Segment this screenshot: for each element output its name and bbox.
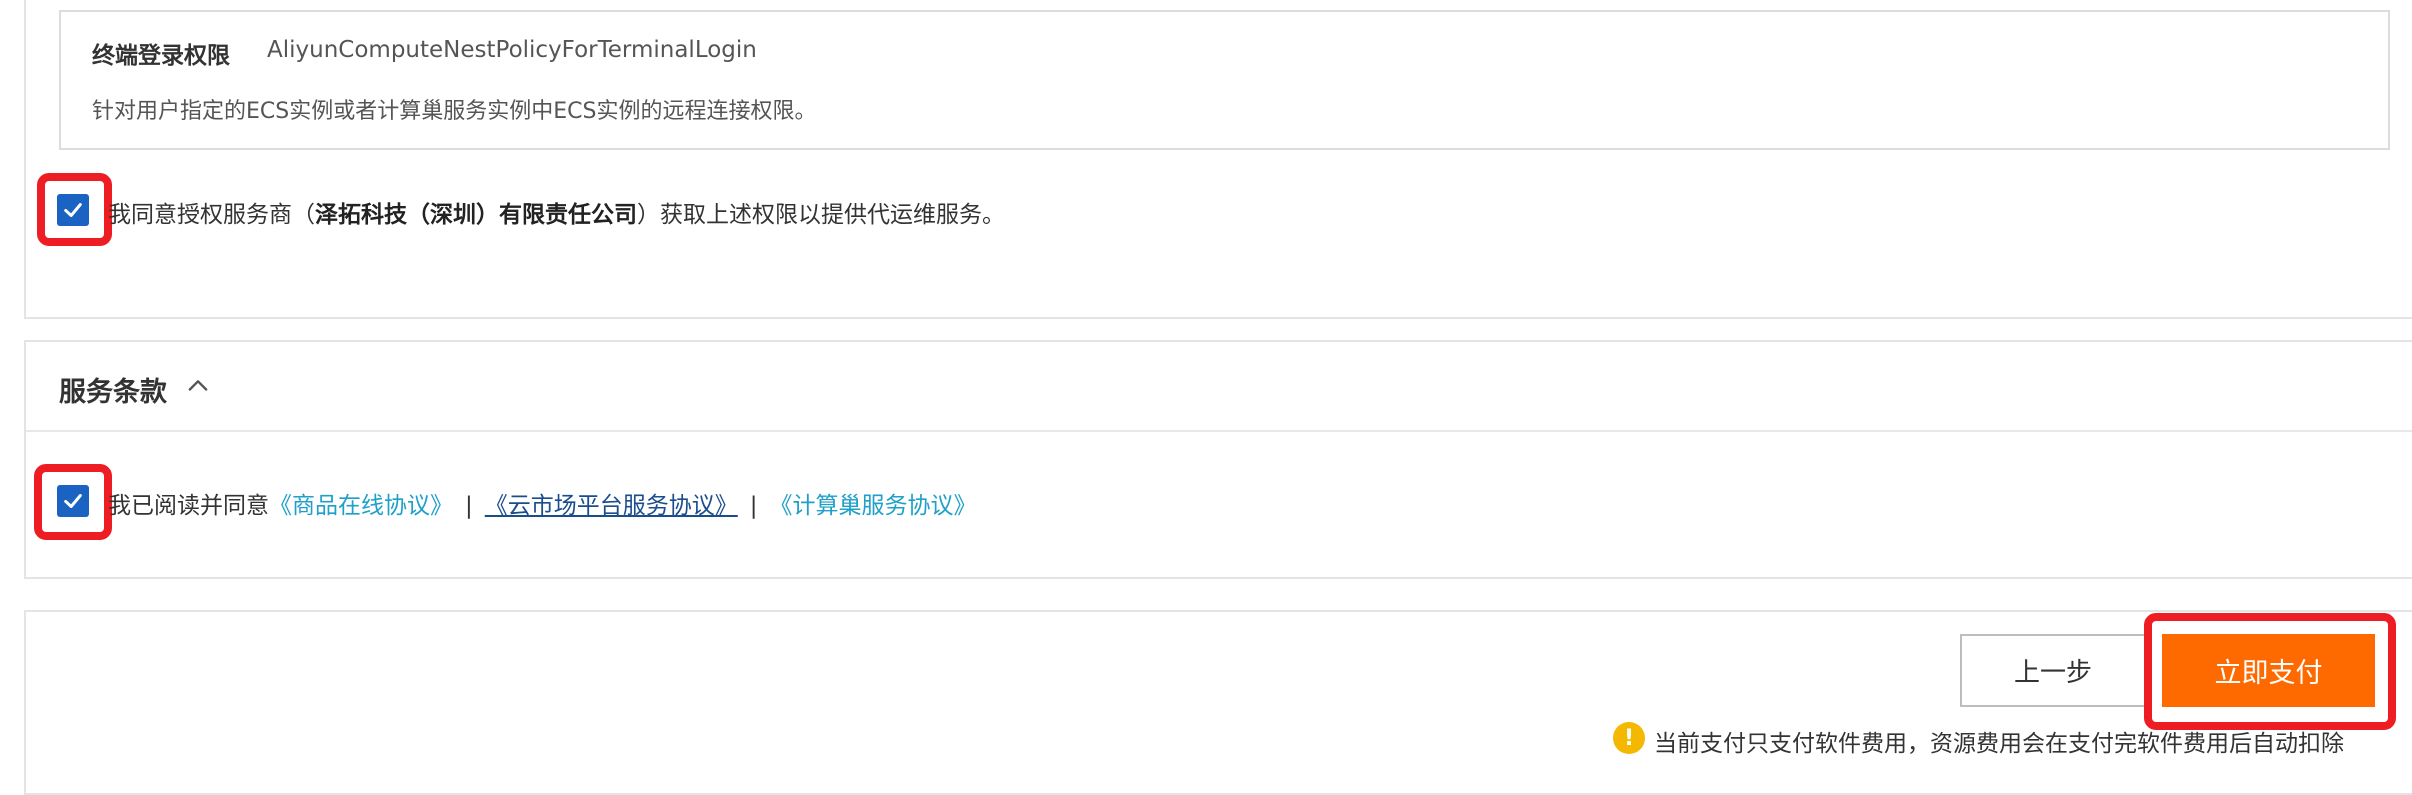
divider [26, 430, 2412, 432]
terms-title: 服务条款 [59, 377, 167, 408]
authorize-agreement-text: 我同意授权服务商（泽拓科技（深圳）有限责任公司）获取上述权限以提供代运维服务。 [108, 195, 1005, 229]
authorize-suffix: ）获取上述权限以提供代运维服务。 [637, 202, 1005, 228]
link-cloud-market-agreement[interactable]: 《云市场平台服务协议》 [485, 486, 738, 520]
terms-agreement-text: 我已阅读并同意 《商品在线协议》 | 《云市场平台服务协议》 | 《计算巢服务协… [108, 486, 977, 520]
payment-notice: 当前支付只支付软件费用，资源费用会在支付完软件费用后自动扣除 [1654, 731, 2344, 757]
permission-policy-name: AliyunComputeNestPolicyForTerminalLogin [267, 37, 757, 63]
terms-agree-prefix: 我已阅读并同意 [108, 493, 269, 519]
link-product-online-agreement[interactable]: 《商品在线协议》 [269, 486, 453, 520]
provider-name: 泽拓科技（深圳）有限责任公司 [315, 202, 637, 228]
check-icon [64, 494, 82, 508]
link-compute-nest-agreement[interactable]: 《计算巢服务协议》 [770, 486, 977, 520]
terms-section [24, 340, 2412, 579]
pay-now-button[interactable]: 立即支付 [2162, 634, 2375, 707]
link-separator: | [465, 493, 473, 519]
previous-step-button[interactable]: 上一步 [1960, 634, 2146, 707]
chevron-up-icon[interactable] [184, 372, 212, 400]
permission-card [59, 10, 2390, 150]
link-separator: | [749, 493, 758, 519]
authorize-prefix: 我同意授权服务商（ [108, 202, 315, 228]
authorize-checkbox[interactable] [57, 194, 89, 226]
permission-description: 针对用户指定的ECS实例或者计算巢服务实例中ECS实例的远程连接权限。 [92, 99, 817, 124]
permission-title: 终端登录权限 [92, 43, 230, 69]
check-icon [64, 203, 82, 217]
terms-checkbox[interactable] [57, 485, 89, 517]
warning-icon: ! [1613, 722, 1645, 754]
